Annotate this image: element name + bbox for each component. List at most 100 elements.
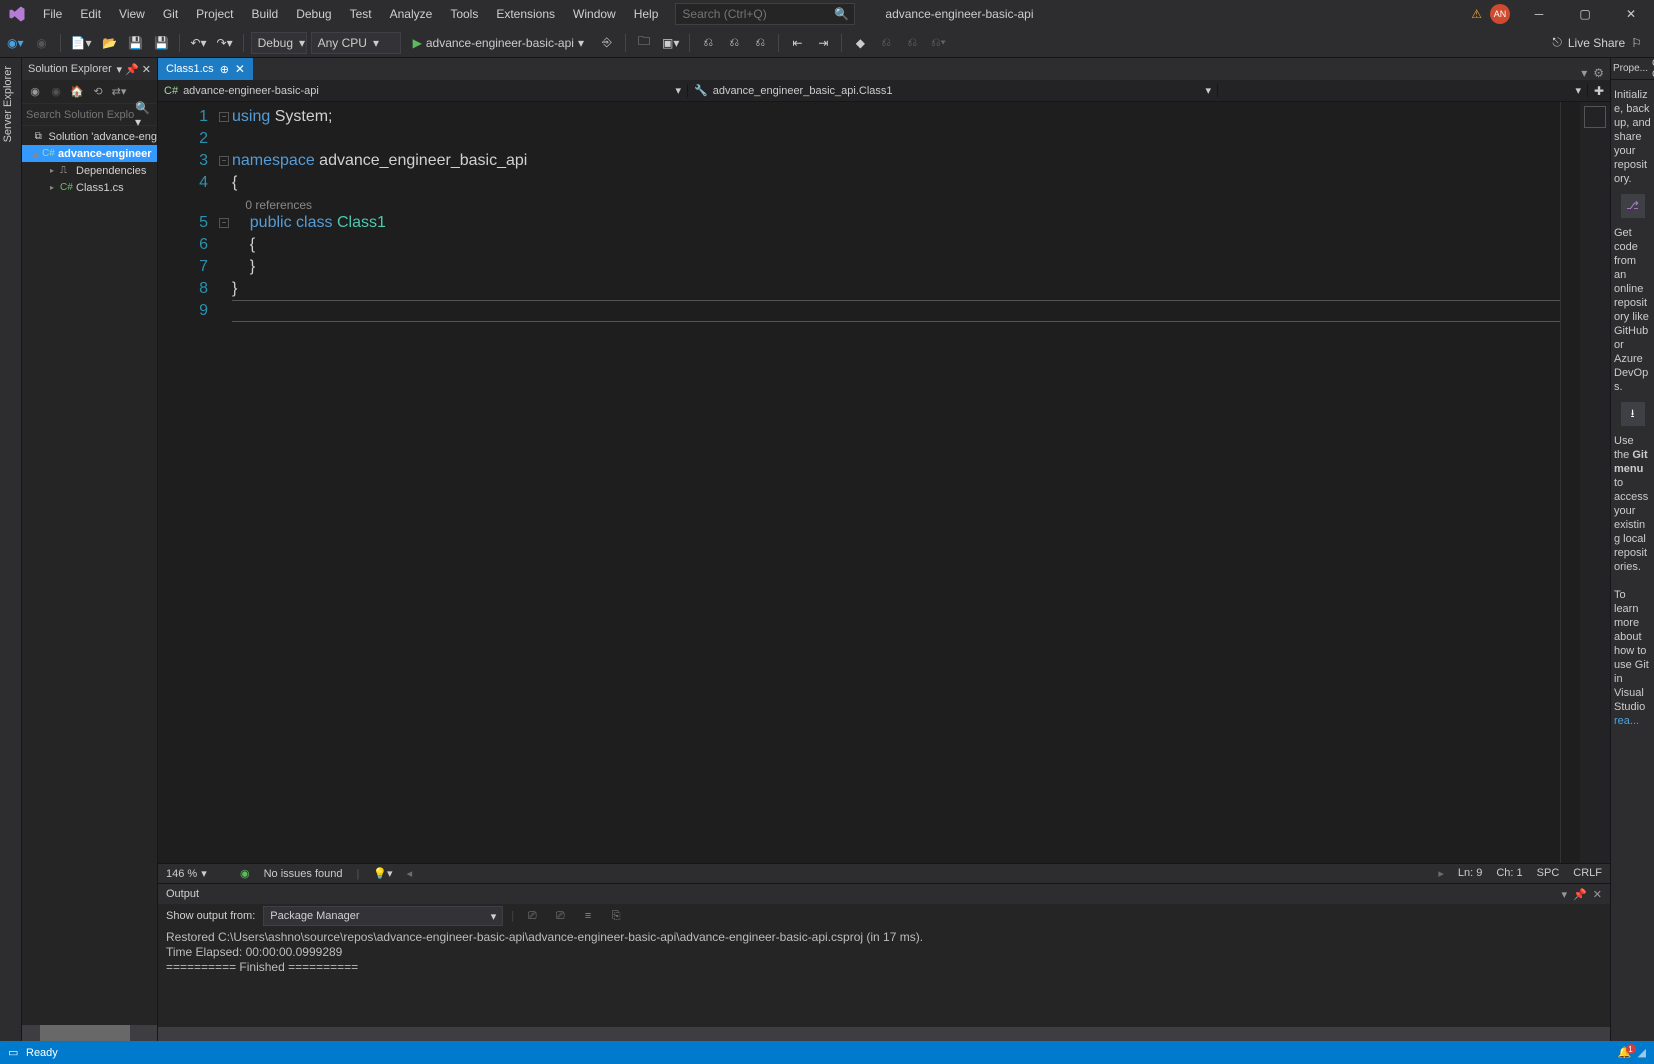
redo-button[interactable]: ↷▾ [214, 32, 236, 54]
configuration-dropdown[interactable]: Debug▾ [251, 32, 307, 54]
panel-dropdown-icon[interactable]: ▾ [117, 63, 123, 76]
issues-label[interactable]: No issues found [264, 868, 343, 880]
lightbulb-icon[interactable]: 💡▾ [373, 867, 392, 880]
editor-tab-class1[interactable]: Class1.cs ⊕ ✕ [158, 58, 253, 80]
tree-dependencies-node[interactable]: ▸⎍Dependencies [22, 162, 157, 179]
zoom-level[interactable]: 146 %▾ [166, 867, 226, 880]
tree-class1-node[interactable]: ▸C#Class1.cs [22, 179, 157, 196]
layout-button[interactable]: ▣▾ [659, 32, 682, 54]
notifications-icon[interactable]: 🔔1 [1618, 1046, 1632, 1059]
tab-pin-icon[interactable]: ⊕ [220, 63, 229, 76]
menu-analyze[interactable]: Analyze [381, 0, 442, 28]
menu-view[interactable]: View [110, 0, 154, 28]
global-search-input[interactable] [682, 7, 834, 21]
status-corner-icon[interactable]: ◢ [1638, 1046, 1646, 1059]
line-ending[interactable]: CRLF [1573, 867, 1602, 880]
back-button[interactable]: ◉▾ [4, 32, 27, 54]
solution-explorer-header: Solution Explorer ▾ 📌 ✕ [22, 58, 157, 80]
solution-explorer-scrollbar[interactable] [22, 1025, 157, 1041]
minimize-button[interactable]: ─ [1516, 0, 1562, 28]
start-debug-button[interactable]: ▶advance-engineer-basic-api▾ [405, 32, 592, 54]
se-home-icon[interactable]: 🏠 [68, 83, 86, 101]
menu-file[interactable]: File [34, 0, 71, 28]
menu-tools[interactable]: Tools [441, 0, 487, 28]
code-editor[interactable]: 1234 56789 −− − using System; namespace … [158, 102, 1610, 863]
run-no-debug-button[interactable]: ⎆ [596, 32, 618, 54]
warning-icon[interactable]: ⚠ [1471, 7, 1482, 21]
menu-build[interactable]: Build [243, 0, 288, 28]
fold-gutter[interactable]: −− − [216, 102, 232, 863]
output-dropdown-icon[interactable]: ▾ [1562, 888, 1568, 901]
se-fwd-icon[interactable]: ◉ [47, 83, 65, 101]
se-sync-icon[interactable]: ⟲ [89, 83, 107, 101]
breadcrumb-class[interactable]: 🔧advance_engineer_basic_api.Class1▾ [688, 84, 1218, 97]
bookmark-button[interactable]: ◆ [849, 32, 871, 54]
user-avatar[interactable]: AN [1490, 4, 1510, 24]
code-text-area[interactable]: using System; namespace advance_engineer… [232, 102, 1560, 863]
solution-explorer-panel: Solution Explorer ▾ 📌 ✕ ◉ ◉ 🏠 ⟲ ⇄▾ 🔍▾ ⧉S… [22, 58, 158, 1041]
save-all-button[interactable]: 💾 [150, 32, 172, 54]
tree-project-node[interactable]: ◢C#advance-engineer [22, 145, 157, 162]
forward-button[interactable]: ◉ [31, 32, 53, 54]
breadcrumb-add-icon[interactable]: ✚ [1588, 84, 1610, 98]
save-button[interactable]: 💾 [124, 32, 146, 54]
editor-minimap[interactable] [1580, 102, 1610, 863]
panel-pin-icon[interactable]: 📌 [125, 63, 139, 76]
tb-indent-right[interactable]: ⇥ [812, 32, 834, 54]
undo-button[interactable]: ↶▾ [187, 32, 209, 54]
feedback-icon[interactable]: ⚐ [1631, 36, 1642, 50]
git-create-repo-icon[interactable]: ⎇ [1621, 194, 1645, 218]
live-share-button[interactable]: Live Share [1568, 36, 1625, 50]
menu-window[interactable]: Window [564, 0, 625, 28]
new-item-button[interactable]: 📄▾ [68, 32, 95, 54]
nav-left-icon[interactable]: ◂ [407, 867, 413, 880]
close-button[interactable]: ✕ [1608, 0, 1654, 28]
output-wrap-icon[interactable]: ≡ [578, 910, 598, 922]
output-goto-icon[interactable]: ⎘ [606, 910, 626, 923]
maximize-button[interactable]: ▢ [1562, 0, 1608, 28]
se-switch-icon[interactable]: ⇄▾ [110, 83, 128, 101]
tab-close-icon[interactable]: ✕ [235, 62, 245, 76]
nav-right-icon[interactable]: ▸ [1438, 867, 1444, 880]
git-changes-tab[interactable]: Git C... [1650, 58, 1654, 80]
output-close-icon[interactable]: ✕ [1593, 888, 1602, 901]
menu-git[interactable]: Git [154, 0, 187, 28]
status-output-icon[interactable]: ▭ [8, 1046, 26, 1059]
platform-dropdown[interactable]: Any CPU▾ [311, 32, 401, 54]
tb-icon-1[interactable]: ⎌ [697, 32, 719, 54]
tab-settings-icon[interactable]: ⚙ [1593, 66, 1604, 80]
tab-overflow-icon[interactable]: ▾ [1581, 66, 1587, 80]
live-share-icon[interactable]: ⎋ [1552, 35, 1562, 50]
output-clear-icon[interactable]: ⎚ [522, 910, 542, 923]
browse-button[interactable]: 🗀 [633, 32, 655, 54]
git-learn-link[interactable]: rea... [1614, 715, 1639, 727]
tb-indent-left[interactable]: ⇤ [786, 32, 808, 54]
open-button[interactable]: 📂 [98, 32, 120, 54]
tb-icon-3[interactable]: ⎌ [749, 32, 771, 54]
menu-debug[interactable]: Debug [287, 0, 340, 28]
menu-edit[interactable]: Edit [71, 0, 110, 28]
global-search[interactable]: 🔍 [675, 3, 855, 25]
server-explorer-tab[interactable]: Server Explorer [0, 58, 16, 150]
output-toggle-icon[interactable]: ⎚ [550, 910, 570, 923]
indent-mode[interactable]: SPC [1537, 867, 1560, 880]
solution-explorer-search[interactable]: 🔍▾ [22, 104, 157, 126]
menu-help[interactable]: Help [625, 0, 668, 28]
breadcrumb-project[interactable]: C#advance-engineer-basic-api▾ [158, 84, 688, 97]
git-clone-icon[interactable]: ⭳ [1621, 402, 1645, 426]
tree-solution-node[interactable]: ⧉Solution 'advance-eng [22, 128, 157, 145]
output-text[interactable]: Restored C:\Users\ashno\source\repos\adv… [158, 928, 1610, 1027]
properties-tab[interactable]: Prope... [1611, 58, 1650, 80]
editor-scrollbar[interactable] [1560, 102, 1580, 863]
output-scrollbar[interactable] [158, 1027, 1610, 1041]
output-source-dropdown[interactable]: Package Manager▾ [263, 906, 503, 926]
tb-icon-2[interactable]: ⎌ [723, 32, 745, 54]
menu-project[interactable]: Project [187, 0, 242, 28]
se-back-icon[interactable]: ◉ [26, 83, 44, 101]
panel-close-icon[interactable]: ✕ [142, 63, 151, 76]
menu-extensions[interactable]: Extensions [487, 0, 564, 28]
menu-test[interactable]: Test [341, 0, 381, 28]
output-pin-icon[interactable]: 📌 [1573, 888, 1587, 901]
breadcrumb-member[interactable]: ▾ [1218, 84, 1588, 97]
solution-explorer-search-input[interactable] [26, 109, 135, 121]
